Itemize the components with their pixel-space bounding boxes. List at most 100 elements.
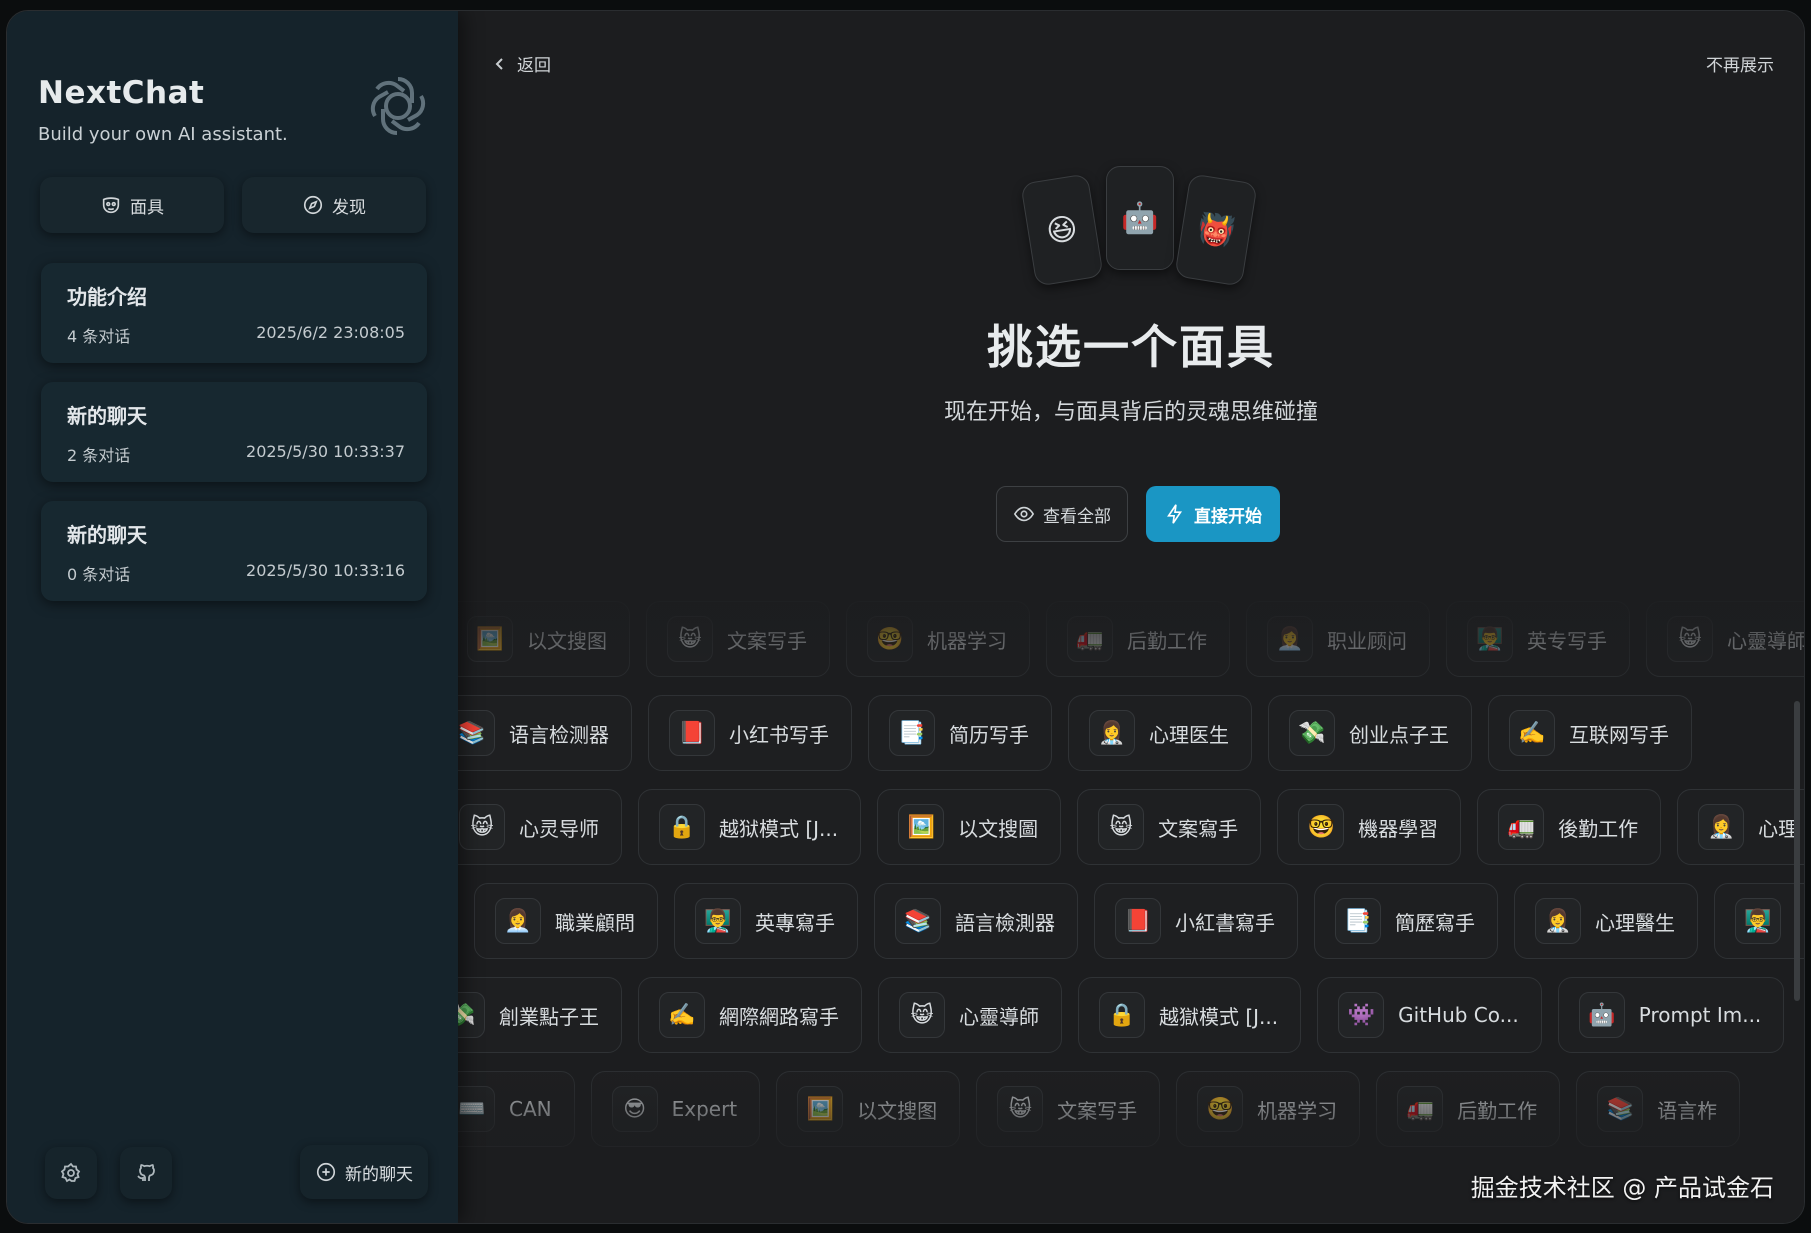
mask-pill[interactable]: 🖼️ 以文搜图 [458,601,630,677]
chat-item[interactable]: 新的聊天 2 条对话 2025/5/30 10:33:37 [41,382,427,482]
mask-pill[interactable]: 📚 语言检测器 [458,695,632,771]
mask-pill[interactable]: 😸 心灵导师 [458,789,622,865]
mask-pill[interactable]: 💸 創業點子王 [458,977,622,1053]
mask-pill[interactable]: 😸 文案写手 [646,601,830,677]
mask-emoji-icon: 🤓 [1197,1086,1244,1132]
mask-pill[interactable]: 💸 创业点子王 [1268,695,1472,771]
mask-emoji-icon: 👾 [1338,992,1385,1038]
mask-pill[interactable]: 👨‍🏫 英專寫手 [674,883,858,959]
mask-pill[interactable]: 👩‍⚕️ 心理醫生 [1514,883,1698,959]
mask-pill[interactable]: 😸 心靈導師 [878,977,1062,1053]
view-all-label: 查看全部 [1043,506,1111,527]
chat-item[interactable]: 新的聊天 0 条对话 2025/5/30 10:33:16 [41,501,427,601]
settings-button[interactable] [45,1147,97,1199]
mask-row: 👩‍💼 職業顧問 👨‍🏫 英專寫手 📚 語言檢測器 📕 小紅書寫手 📑 簡歷寫手 👩‍⚕️ 心理醫生 👨… [474,883,1804,959]
mask-icon [102,197,120,214]
mask-emoji-icon: 📕 [1115,898,1161,944]
mask-row: 😸 心灵导师 🔒 越狱模式 [J... 🖼️ 以文搜圖 😸 文案寫手 🤓 機器學習 🚛 後勤工作 👩‍⚕… [458,789,1804,865]
view-all-button[interactable]: 查看全部 [996,486,1128,542]
mask-emoji-icon: 🤓 [867,616,913,662]
brand-title: NextChat [38,75,205,111]
mask-emoji-icon: 👨‍🏫 [695,898,741,944]
mask-pill[interactable]: 🖼️ 以文搜图 [776,1071,961,1147]
mask-pill[interactable]: 👩‍💼 职业顾问 [1246,601,1430,677]
mask-pill[interactable]: 🖼️ 以文搜圖 [877,789,1062,865]
eye-icon [1013,506,1035,522]
mask-pill[interactable]: 👩‍⚕️ 心理 [1677,789,1804,865]
mask-emoji-icon: 🚛 [1067,616,1113,662]
mask-pill[interactable]: 😸 文案写手 [976,1071,1161,1147]
chat-title: 新的聊天 [67,523,147,547]
new-chat-button[interactable]: 新的聊天 [300,1145,428,1199]
mask-pill[interactable]: 😸 心靈導師 [1646,601,1804,677]
mask-pill[interactable]: 📚 语言柞 [1576,1071,1741,1147]
mask-pill[interactable]: 🔒 越獄模式 [J... [1078,977,1302,1053]
mask-label: Prompt Im... [1638,1003,1762,1027]
mask-pill[interactable]: 🚛 后勤工作 [1376,1071,1561,1147]
mask-card: 👹 [1174,173,1258,287]
mask-label: 越獄模式 [J... [1159,1004,1279,1029]
openai-logo-icon [370,77,426,135]
mask-label: GitHub Co... [1398,1003,1519,1027]
mask-emoji-icon: 👨‍🏫 [1735,898,1781,944]
mask-emoji-icon: 🤓 [1298,804,1345,850]
mask-pill[interactable]: 😸 文案寫手 [1077,789,1262,865]
mask-emoji-icon: 😸 [997,1086,1044,1132]
mask-pill[interactable]: ✍️ 互联网写手 [1488,695,1692,771]
mask-label: 網際網路寫手 [719,1004,839,1029]
compass-icon [303,195,323,215]
mask-pill[interactable]: 🤖 Prompt Im... [1557,977,1785,1053]
mask-pill[interactable]: 🚛 後勤工作 [1477,789,1662,865]
chat-item[interactable]: 功能介绍 4 条对话 2025/6/2 23:08:05 [41,263,427,363]
dont-show-again-button[interactable]: 不再展示 [1706,51,1774,76]
mask-pill[interactable]: 🔒 越狱模式 [J... [638,789,862,865]
mask-pill[interactable]: 📚 語言檢測器 [874,883,1078,959]
mask-emoji-icon: 😎 [611,1086,658,1132]
mask-emoji-icon: 👩‍⚕️ [1698,804,1745,850]
github-button[interactable] [120,1147,172,1199]
mask-pill[interactable]: 📑 简历写手 [868,695,1052,771]
mask-pill[interactable]: 🚛 后勤工作 [1046,601,1230,677]
mask-emoji-icon: 🖼️ [797,1086,844,1132]
mask-label: 心理医生 [1149,722,1229,747]
mask-label: 机器学习 [1257,1098,1338,1123]
mask-label: 以文搜圖 [958,816,1039,841]
chat-count: 2 条对话 [67,446,131,465]
hero-mask-cards: 😆 🤖 👹 [1020,166,1258,287]
mask-label: Expert [671,1097,738,1121]
mask-pill[interactable]: 🤓 机器学习 [846,601,1030,677]
mask-label: 心靈導師 [959,1004,1039,1029]
mask-button[interactable]: 面具 [40,177,224,233]
mask-pill[interactable]: 👩‍💼 職業顧問 [474,883,658,959]
mask-emoji-icon: ✍️ [1509,710,1555,756]
chat-time: 2025/5/30 10:33:37 [246,442,405,461]
mask-label: 文案写手 [1057,1098,1138,1123]
mask-row: 🖼️ 以文搜图 😸 文案写手 🤓 机器学习 🚛 后勤工作 👩‍💼 职业顾问 👨‍🏫 英专写手 😸 心靈導師 [458,601,1804,677]
mask-label: 心靈導師 [1727,628,1804,653]
mask-pill[interactable]: ⌨️ CAN [458,1071,575,1147]
mask-pill[interactable]: ✍️ 網際網路寫手 [638,977,862,1053]
back-button[interactable]: 返回 [493,51,551,76]
mask-pill[interactable]: 🤓 机器学习 [1176,1071,1361,1147]
mask-pill[interactable]: 📕 小红书写手 [648,695,852,771]
mask-pill[interactable]: 👾 GitHub Co... [1317,977,1542,1053]
mask-pill[interactable]: 👨‍🏫 英专写手 [1446,601,1630,677]
mask-pill[interactable]: 👩‍⚕️ 心理医生 [1068,695,1252,771]
mask-label: 文案写手 [727,628,807,653]
mask-pill[interactable]: 📑 簡歷寫手 [1314,883,1498,959]
mask-pill[interactable]: 👨‍🏫 [1714,883,1804,959]
scrollbar[interactable] [1794,701,1800,1001]
mask-pill[interactable]: 📕 小紅書寫手 [1094,883,1298,959]
mask-emoji-icon: 👩‍💼 [495,898,541,944]
mask-label: 英专写手 [1527,628,1607,653]
mask-button-label: 面具 [130,197,164,218]
mask-emoji-icon: ⌨️ [458,1086,495,1132]
mask-emoji-icon: 📑 [1335,898,1381,944]
mask-pill[interactable]: 🤓 機器學習 [1277,789,1462,865]
chat-title: 新的聊天 [67,404,147,428]
discover-button[interactable]: 发现 [242,177,426,233]
mask-pill[interactable]: 😎 Expert [590,1071,761,1147]
start-now-button[interactable]: 直接开始 [1146,486,1280,542]
mask-picker: 返回 不再展示 😆 🤖 👹 挑选一个面具 现在开始，与面具背后的灵魂思维碰撞 查… [458,11,1804,1223]
chat-time: 2025/5/30 10:33:16 [246,561,405,580]
